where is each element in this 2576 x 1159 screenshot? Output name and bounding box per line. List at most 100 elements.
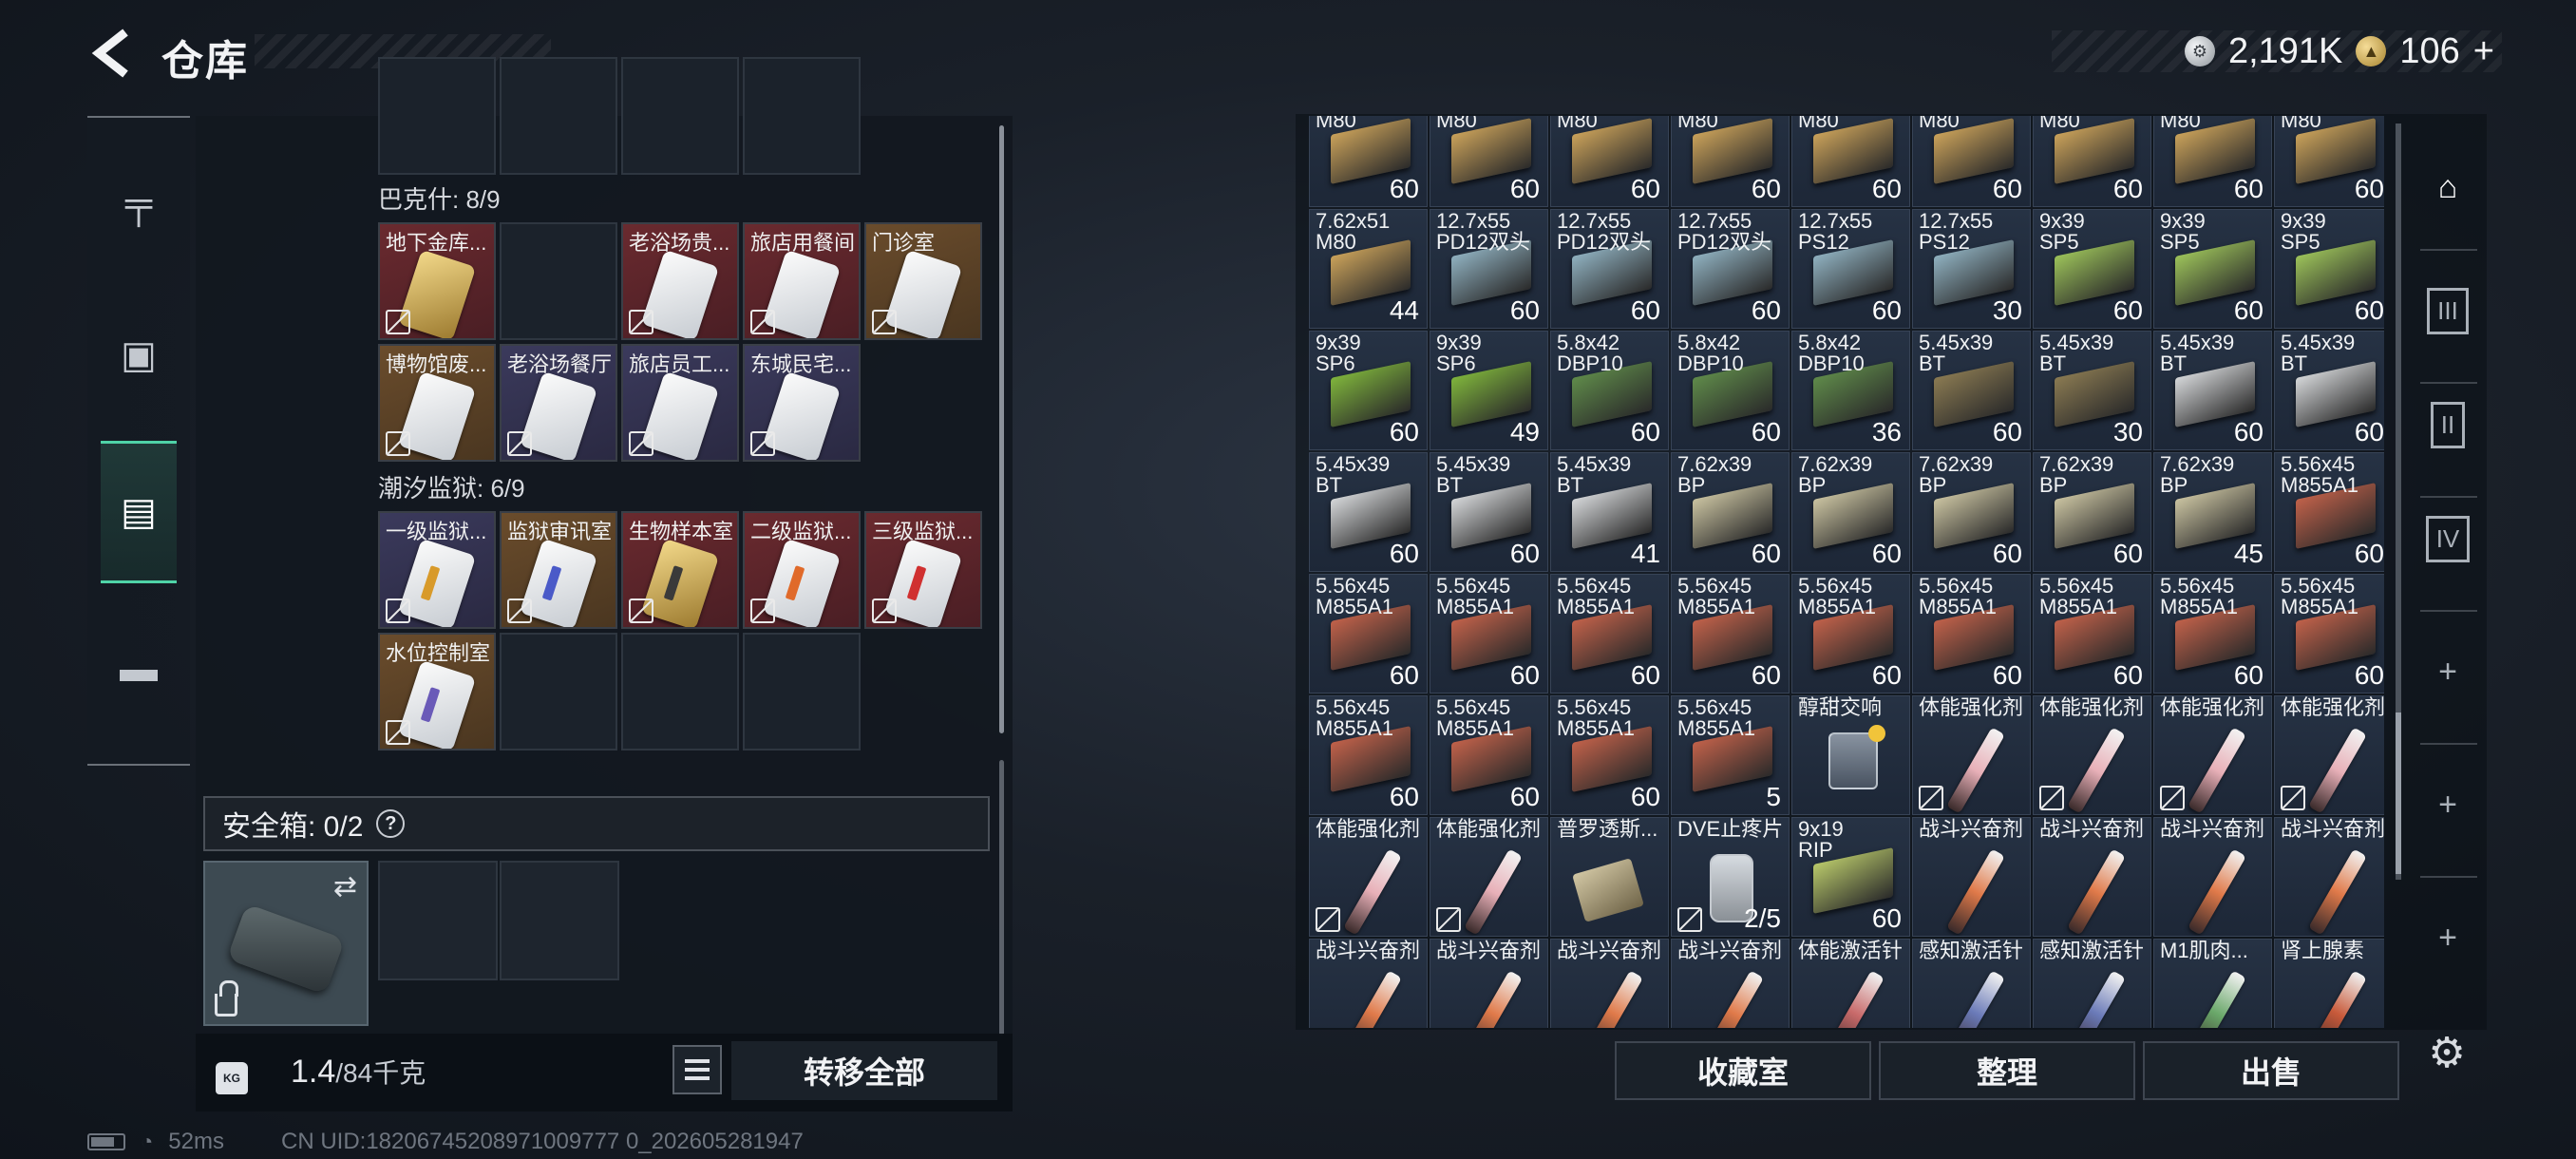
inventory-item[interactable]: 5.56x45 M855A1 60 bbox=[2153, 574, 2272, 694]
empty-slot[interactable] bbox=[378, 57, 496, 175]
empty-slot[interactable] bbox=[621, 633, 739, 750]
inventory-item[interactable]: 7.62x39 BP 45 bbox=[2153, 452, 2272, 572]
inventory-item[interactable]: 9x39 SP5 60 bbox=[2153, 209, 2272, 329]
inventory-item[interactable]: 7.62x51M8060 bbox=[1791, 116, 1910, 207]
category-supplies[interactable]: ▬ bbox=[101, 631, 177, 707]
key-card-item[interactable]: 旅店用餐间 bbox=[743, 222, 861, 340]
inventory-item[interactable]: 7.62x51M8060 bbox=[2274, 116, 2384, 207]
inventory-item[interactable]: 9x39 SP6 49 bbox=[1430, 331, 1548, 450]
inventory-item[interactable]: 7.62x51M8060 bbox=[2153, 116, 2272, 207]
inventory-item[interactable]: 5.45x39 BT 41 bbox=[1550, 452, 1669, 572]
inventory-item[interactable]: 5.45x39 BT 60 bbox=[2274, 331, 2384, 450]
list-view-button[interactable] bbox=[672, 1045, 722, 1094]
inventory-item[interactable]: 体能强化剂 bbox=[1309, 817, 1428, 937]
inventory-item[interactable]: 5.45x39 BT 60 bbox=[1912, 331, 2031, 450]
key-card-item[interactable]: 老浴场贵... bbox=[621, 222, 739, 340]
empty-slot[interactable] bbox=[500, 633, 617, 750]
warehouse-tab[interactable]: ⌂ bbox=[2415, 154, 2481, 220]
inventory-item[interactable]: 7.62x39 BP 60 bbox=[1791, 452, 1910, 572]
inventory-item[interactable]: 战斗兴奋剂 bbox=[1309, 939, 1428, 1028]
inventory-item[interactable]: 战斗兴奋剂 bbox=[1430, 939, 1548, 1028]
warehouse-tab[interactable]: + bbox=[2415, 771, 2481, 838]
safebox-empty-slot[interactable] bbox=[500, 861, 619, 980]
inventory-item[interactable]: 5.56x45 M855A1 60 bbox=[2274, 452, 2384, 572]
help-icon[interactable]: ? bbox=[376, 809, 406, 838]
left-scrollbar-lower[interactable] bbox=[999, 760, 1004, 1036]
category-weapons[interactable]: ╤ bbox=[101, 165, 177, 241]
inventory-item[interactable]: 感知激活针 bbox=[1912, 939, 2031, 1028]
warehouse-tab[interactable]: + bbox=[2415, 904, 2481, 971]
inventory-item[interactable]: DVE止疼片 2/5 bbox=[1671, 817, 1790, 937]
inventory-item[interactable]: 5.56x45 M855A1 5 bbox=[1671, 695, 1790, 815]
inventory-item[interactable]: 5.56x45 M855A1 60 bbox=[1912, 574, 2031, 694]
warehouse-tab[interactable]: + bbox=[2415, 638, 2481, 705]
inventory-item[interactable]: 5.8x42 DBP10 36 bbox=[1791, 331, 1910, 450]
inventory-item[interactable]: 7.62x51 M80 44 bbox=[1309, 209, 1428, 329]
inventory-item[interactable]: 7.62x51M8060 bbox=[1912, 116, 2031, 207]
safebox-empty-slot[interactable] bbox=[378, 861, 498, 980]
inventory-item[interactable]: 7.62x39 BP 60 bbox=[1912, 452, 2031, 572]
inventory-item[interactable]: 9x39 SP5 60 bbox=[2033, 209, 2151, 329]
inventory-item[interactable]: 5.56x45 M855A1 60 bbox=[2033, 574, 2151, 694]
category-keys[interactable]: ▤ bbox=[101, 441, 177, 583]
inventory-item[interactable]: M1肌肉... bbox=[2153, 939, 2272, 1028]
inventory-item[interactable]: 5.56x45 M855A1 60 bbox=[1309, 574, 1428, 694]
key-card-item[interactable]: 监狱审讯室 bbox=[500, 511, 617, 629]
add-gold-button[interactable]: + bbox=[2473, 31, 2494, 72]
swap-icon[interactable]: ⇄ bbox=[333, 870, 357, 903]
inventory-item[interactable]: 战斗兴奋剂 bbox=[2274, 817, 2384, 937]
inventory-item[interactable]: 12.7x55 PD12双头 60 bbox=[1430, 209, 1548, 329]
empty-slot[interactable] bbox=[621, 57, 739, 175]
inventory-item[interactable]: 5.56x45 M855A1 60 bbox=[1430, 695, 1548, 815]
inventory-item[interactable]: 体能强化剂 bbox=[2274, 695, 2384, 815]
empty-slot[interactable] bbox=[743, 633, 861, 750]
inventory-item[interactable]: 体能强化剂 bbox=[1912, 695, 2031, 815]
inventory-item[interactable]: 7.62x51M8060 bbox=[1671, 116, 1790, 207]
back-button[interactable] bbox=[87, 25, 137, 82]
inventory-item[interactable]: 感知激活针 bbox=[2033, 939, 2151, 1028]
inventory-item[interactable]: 7.62x39 BP 60 bbox=[1671, 452, 1790, 572]
inventory-item[interactable]: 5.56x45 M855A1 60 bbox=[1550, 695, 1669, 815]
key-card-item[interactable]: 地下金库... bbox=[378, 222, 496, 340]
inventory-item[interactable]: 肾上腺素 bbox=[2274, 939, 2384, 1028]
safebox-slot[interactable]: ⇄ bbox=[203, 861, 369, 1026]
inventory-item[interactable]: 12.7x55 PD12双头 60 bbox=[1671, 209, 1790, 329]
inventory-item[interactable]: 醇甜交响 bbox=[1791, 695, 1910, 815]
key-card-item[interactable]: 三级监狱... bbox=[864, 511, 982, 629]
inventory-item[interactable]: 5.56x45 M855A1 60 bbox=[2274, 574, 2384, 694]
empty-slot[interactable] bbox=[500, 57, 617, 175]
inventory-item[interactable]: 体能激活针 bbox=[1791, 939, 1910, 1028]
scrollbar-thumb[interactable] bbox=[2396, 712, 2401, 874]
inventory-item[interactable]: 战斗兴奋剂 bbox=[1550, 939, 1669, 1028]
inventory-item[interactable]: 7.62x51M8060 bbox=[1550, 116, 1669, 207]
inventory-item[interactable]: 5.56x45 M855A1 60 bbox=[1309, 695, 1428, 815]
inventory-item[interactable]: 12.7x55 PD12双头 60 bbox=[1550, 209, 1669, 329]
sort-button[interactable]: 整理 bbox=[1879, 1041, 2135, 1100]
key-card-item[interactable]: 东城民宅... bbox=[743, 344, 861, 462]
key-card-item[interactable]: 生物样本室 bbox=[621, 511, 739, 629]
collection-room-button[interactable]: 收藏室 bbox=[1615, 1041, 1871, 1100]
inventory-item[interactable]: 9x19 RIP 60 bbox=[1791, 817, 1910, 937]
settings-button[interactable]: ⚙ bbox=[2420, 1026, 2473, 1079]
transfer-all-button[interactable]: 转移全部 bbox=[731, 1041, 997, 1100]
left-scrollbar[interactable] bbox=[999, 125, 1004, 733]
warehouse-tab[interactable]: IV bbox=[2415, 505, 2481, 572]
inventory-item[interactable]: 5.45x39 BT 60 bbox=[1309, 452, 1428, 572]
inventory-item[interactable]: 9x39 SP5 60 bbox=[2274, 209, 2384, 329]
sell-button[interactable]: 出售 bbox=[2143, 1041, 2399, 1100]
inventory-item[interactable]: 体能强化剂 bbox=[2033, 695, 2151, 815]
inventory-item[interactable]: 普罗透斯... bbox=[1550, 817, 1669, 937]
inventory-item[interactable]: 5.8x42 DBP10 60 bbox=[1671, 331, 1790, 450]
inventory-item[interactable]: 5.45x39 BT 60 bbox=[2153, 331, 2272, 450]
key-card-item[interactable]: 老浴场餐厅 bbox=[500, 344, 617, 462]
inventory-item[interactable]: 5.56x45 M855A1 60 bbox=[1550, 574, 1669, 694]
inventory-item[interactable]: 5.45x39 BT 30 bbox=[2033, 331, 2151, 450]
warehouse-tab[interactable]: III bbox=[2415, 277, 2481, 344]
inventory-item[interactable]: 战斗兴奋剂 bbox=[1912, 817, 2031, 937]
inventory-item[interactable]: 5.56x45 M855A1 60 bbox=[1791, 574, 1910, 694]
warehouse-tab[interactable]: II bbox=[2415, 391, 2481, 458]
key-card-item[interactable]: 博物馆废... bbox=[378, 344, 496, 462]
inventory-item[interactable]: 战斗兴奋剂 bbox=[2033, 817, 2151, 937]
key-card-item[interactable]: 二级监狱... bbox=[743, 511, 861, 629]
empty-slot[interactable] bbox=[743, 57, 861, 175]
